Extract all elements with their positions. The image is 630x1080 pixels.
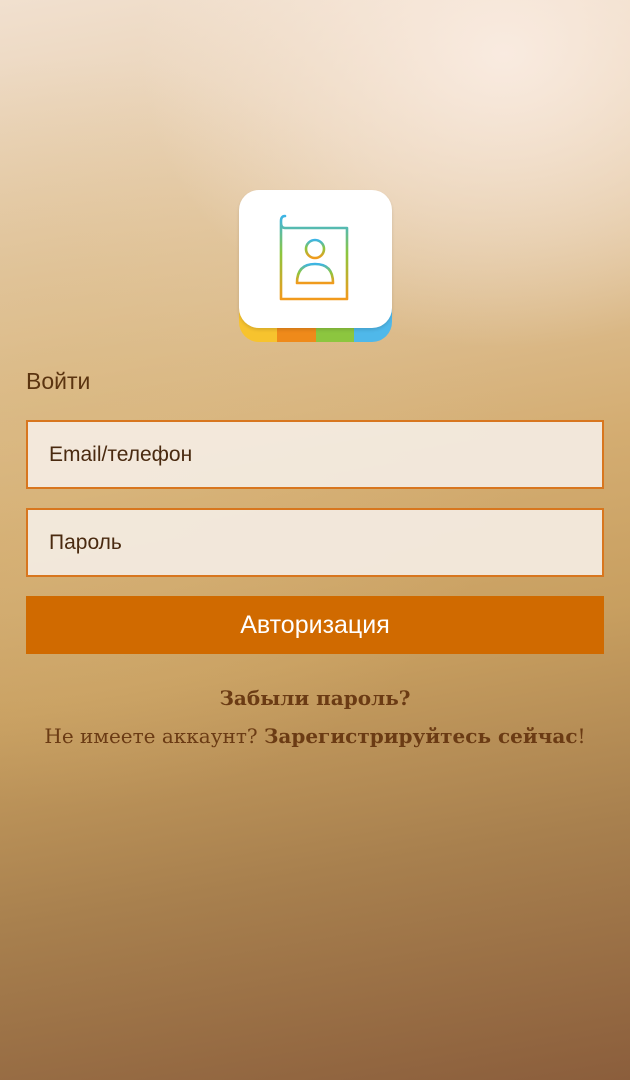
- forgot-password-link[interactable]: Забыли пароль?: [0, 686, 630, 710]
- login-title: Войти: [26, 368, 91, 394]
- register-prompt: Не имеете аккаунт? Зарегистрируйтесь сей…: [0, 724, 630, 748]
- password-field[interactable]: [26, 508, 604, 577]
- email-field[interactable]: [26, 420, 604, 489]
- register-suffix: !: [577, 724, 586, 748]
- address-book-icon: [279, 214, 348, 301]
- no-account-text: Не имеете аккаунт?: [44, 724, 258, 748]
- register-link[interactable]: Зарегистрируйтесь сейчас: [264, 724, 578, 748]
- login-button[interactable]: Авторизация: [26, 596, 604, 654]
- app-logo: [239, 190, 392, 342]
- app-logo-face: [239, 190, 392, 328]
